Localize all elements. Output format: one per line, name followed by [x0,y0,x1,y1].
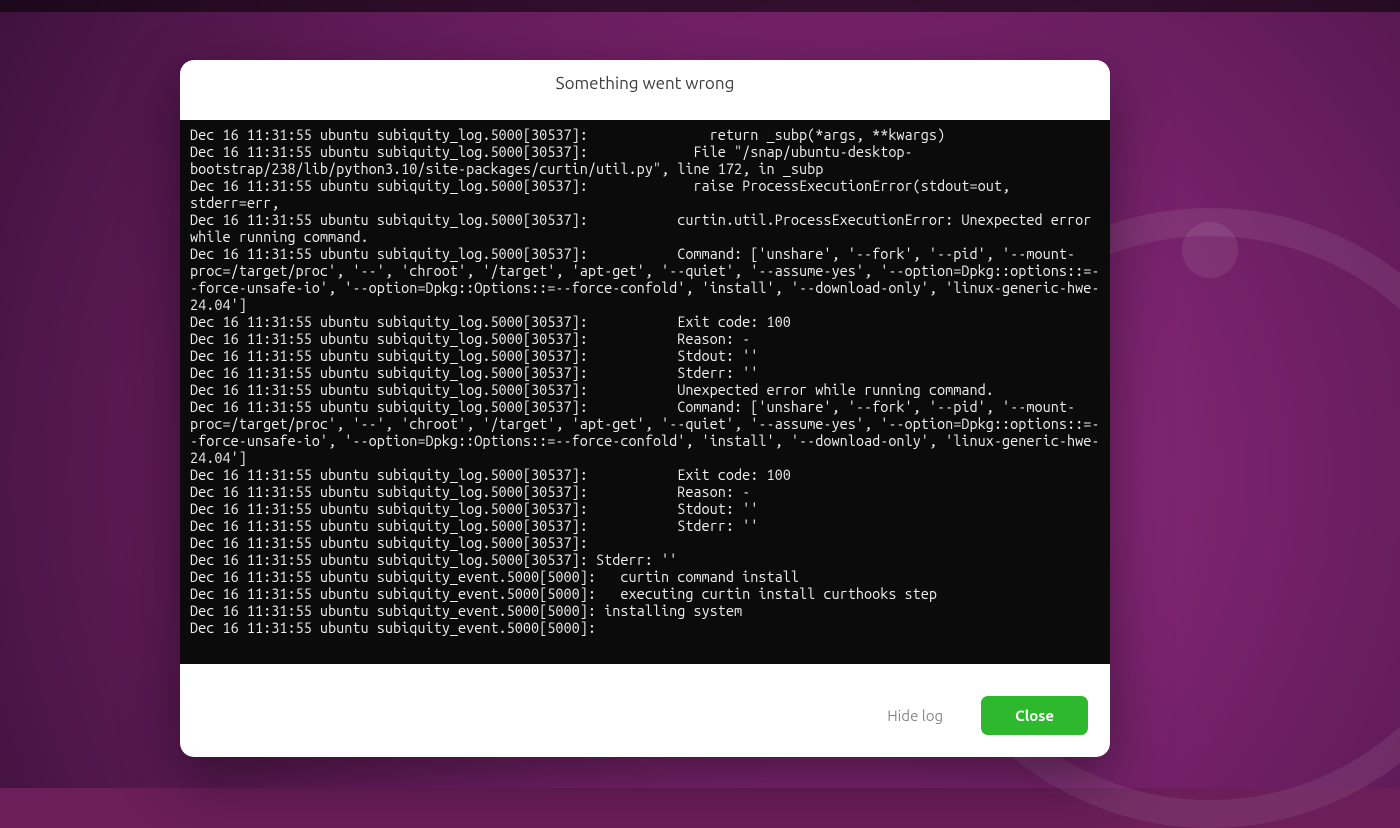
dialog-title: Something went wrong [180,60,1110,105]
installer-log-view[interactable]: Dec 16 11:31:55 ubuntu subiquity_log.500… [180,120,1110,664]
error-dialog: Something went wrong Dec 16 11:31:55 ubu… [180,60,1110,757]
dialog-button-row: Hide log Close [180,678,1110,757]
top-panel [0,0,1400,12]
close-button[interactable]: Close [981,696,1088,735]
hide-log-button[interactable]: Hide log [861,696,969,735]
